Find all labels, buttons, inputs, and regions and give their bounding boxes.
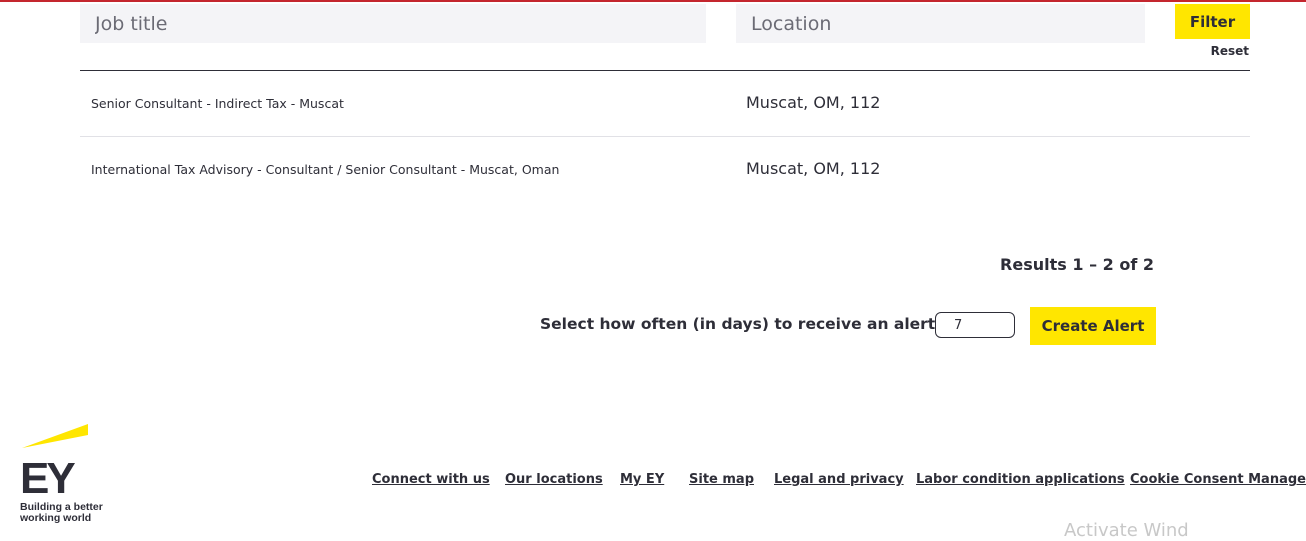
create-alert-button[interactable]: Create Alert	[1030, 307, 1156, 345]
location-input[interactable]	[736, 4, 1145, 43]
footer-link-cookie[interactable]: Cookie Consent Manager	[1130, 472, 1306, 487]
alert-frequency-label: Select how often (in days) to receive an…	[540, 315, 942, 333]
footer-links: Connect with us Our locations My EY Site…	[0, 472, 1306, 492]
footer-link-my-ey[interactable]: My EY	[620, 472, 664, 487]
results-count: Results 1 – 2 of 2	[1000, 255, 1154, 274]
job-row: Senior Consultant - Indirect Tax - Musca…	[80, 71, 1250, 137]
job-title-link[interactable]: International Tax Advisory - Consultant …	[91, 162, 559, 177]
logo-beam-icon	[22, 424, 88, 448]
top-border	[0, 0, 1306, 2]
footer-link-locations[interactable]: Our locations	[505, 472, 603, 487]
footer-link-site-map[interactable]: Site map	[689, 472, 754, 487]
activation-watermark: Activate Wind	[1064, 520, 1189, 541]
job-title-input[interactable]	[80, 4, 706, 43]
job-location: Muscat, OM, 112	[746, 159, 881, 178]
job-title-link[interactable]: Senior Consultant - Indirect Tax - Musca…	[91, 96, 344, 111]
reset-link[interactable]: Reset	[1190, 44, 1249, 58]
logo-tagline-line2: working world	[20, 512, 91, 524]
footer-link-connect[interactable]: Connect with us	[372, 472, 490, 487]
job-location: Muscat, OM, 112	[746, 93, 881, 112]
alert-days-input[interactable]	[935, 312, 1015, 338]
filter-button[interactable]: Filter	[1175, 4, 1250, 39]
footer-link-legal[interactable]: Legal and privacy	[774, 472, 904, 487]
job-row: International Tax Advisory - Consultant …	[80, 137, 1250, 203]
footer-link-labor[interactable]: Labor condition applications	[916, 472, 1125, 487]
